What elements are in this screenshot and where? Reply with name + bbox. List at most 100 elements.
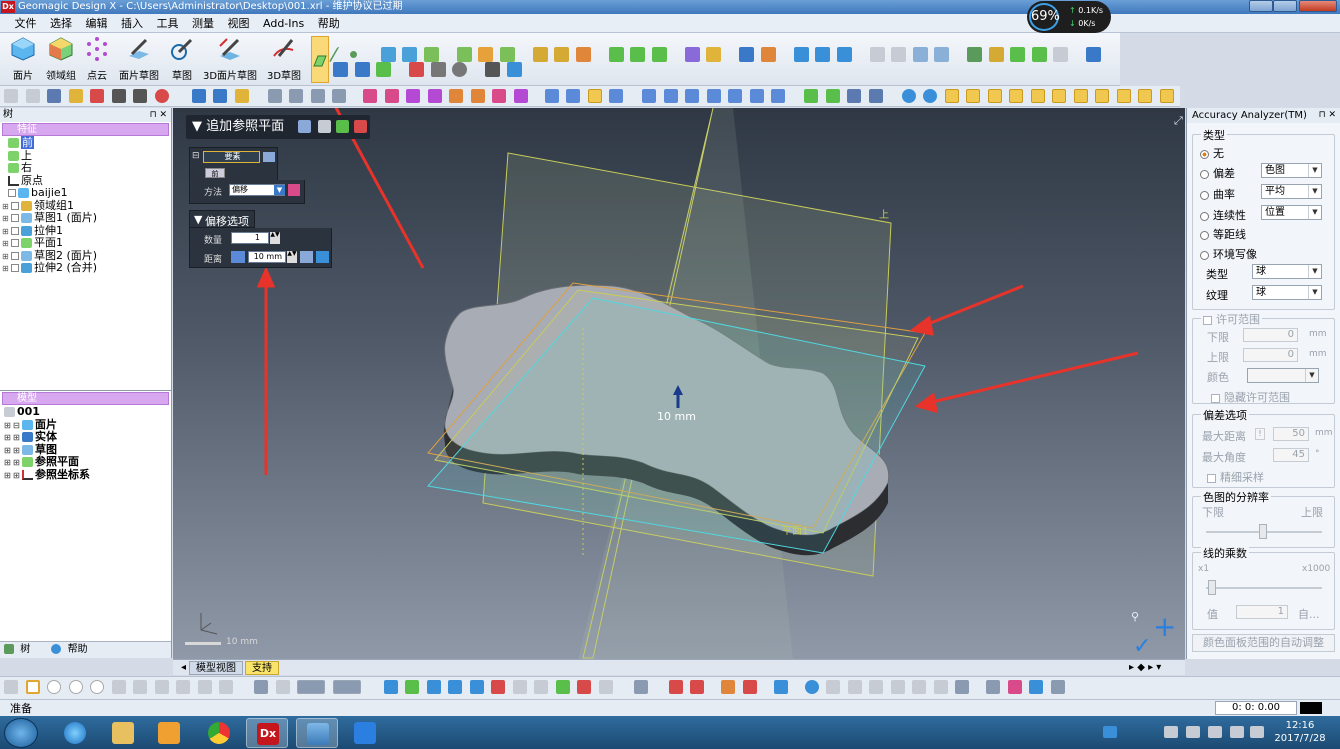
panel-pin-close-icon[interactable]: ⊓ ✕ [150,108,167,122]
fillet-icon[interactable] [608,47,624,62]
filter-8-icon[interactable] [1095,89,1109,103]
grid-icon[interactable] [430,62,446,77]
untrim-icon[interactable] [1053,47,1068,62]
lower-field[interactable]: 0 [1243,328,1298,342]
model-item-sketch[interactable]: ⊞ ⊞ 草图 [4,443,171,457]
boolean-icon[interactable] [684,47,700,62]
revolve-icon[interactable] [402,47,417,62]
chevron-down-icon[interactable]: ▼ [274,185,285,195]
point-cloud-button[interactable]: 点云 [83,36,111,82]
tray-keyboard-icon[interactable] [1164,726,1178,738]
filter-2-icon[interactable] [966,89,980,103]
color-picker[interactable]: ▼ [1247,368,1319,383]
select-all-icon[interactable] [234,89,249,103]
offset-options-header[interactable]: ▼ 偏移选项 [189,210,255,228]
tray-network-icon[interactable] [1230,726,1244,738]
count-stepper[interactable]: ▲▼ [270,232,280,244]
menu-insert[interactable]: 插入 [116,14,148,33]
element-selector[interactable]: 要素 [203,151,260,163]
expand-view-icon[interactable]: ⤢ [1174,114,1183,127]
save-icon[interactable] [47,89,61,103]
checkmark-confirm-icon[interactable]: ✓ [1133,634,1151,659]
model-item-solid[interactable]: ⊞ ⊞ 实体 [4,430,171,444]
invert-select-icon[interactable] [197,680,212,694]
lock-icon[interactable] [955,680,969,694]
extrude-icon[interactable] [380,47,396,62]
link-icon[interactable] [890,680,905,694]
sketch-filter-icon[interactable] [534,680,548,694]
color-filter-2-icon[interactable] [690,680,704,694]
visibility-checkbox[interactable] [11,214,19,222]
section-view-icon[interactable] [642,89,656,103]
redo-icon[interactable] [133,89,147,103]
texture-combo[interactable]: 球 ▼ [1252,285,1322,300]
tab-model-view[interactable]: 模型视图 [189,661,243,675]
add-face-icon[interactable] [376,62,391,77]
display-filter-2-icon[interactable] [742,680,757,694]
paint-select-icon[interactable] [133,680,147,694]
taskbar-wps[interactable] [344,718,386,748]
measure-distance-icon[interactable] [300,251,313,263]
mesh-sketch-button[interactable]: 面片草图 [118,36,160,82]
select-box-icon[interactable] [739,47,754,62]
camera-icon[interactable] [825,89,840,103]
filter-dropdown-2[interactable] [332,680,361,694]
view-right-icon[interactable] [470,89,485,103]
draft-icon[interactable] [409,62,424,77]
brush-select-icon[interactable] [111,680,126,694]
region-filter-icon[interactable] [405,680,419,694]
display-icon[interactable] [506,62,522,77]
radio-env-mapping[interactable]: 环境写像 [1200,246,1257,262]
render-shade-icon[interactable] [566,89,580,103]
tree-item-front[interactable]: 前 [8,136,171,150]
axis-icon[interactable] [328,47,344,62]
paste-icon[interactable] [869,680,883,694]
fine-sampling-checkbox[interactable]: 精细采样 [1207,469,1264,485]
element-list-icon[interactable]: 前 [205,168,225,178]
tab-support[interactable]: 支持 [245,661,279,675]
menu-help[interactable]: 帮助 [313,14,345,33]
filter-dropdown-1[interactable] [297,680,325,694]
color-filter-icon[interactable] [668,680,683,694]
body-filter-icon[interactable] [512,680,527,694]
filter-5-icon[interactable] [1030,89,1045,103]
sketch-button[interactable]: 草图 [168,36,196,82]
pattern-icon[interactable] [934,47,949,62]
more-button[interactable]: 自... [1298,606,1320,622]
upper-field[interactable]: 0 [1243,348,1298,362]
tree-item-extrude2[interactable]: ⊞ 拉伸2 (合并) [2,261,171,275]
replace-face-icon[interactable] [354,62,370,77]
model-item-ref-coord[interactable]: ⊞ ⊞ 参照坐标系 [4,468,171,482]
solid-extrude-icon[interactable] [532,47,548,62]
visibility-checkbox[interactable] [11,226,19,235]
filter-11-icon[interactable] [1159,89,1174,103]
menu-view[interactable]: 视图 [223,14,255,33]
vertex-filter-icon[interactable] [598,680,613,694]
section-y-icon[interactable] [685,89,699,103]
model-section-header[interactable]: 模型 [2,392,169,405]
clip-icon[interactable] [728,89,742,103]
import-icon[interactable] [68,89,83,103]
view-normal-icon[interactable] [513,89,528,103]
filter-4-icon[interactable] [1009,89,1023,103]
deviation-combo[interactable]: 色图 ▼ [1261,163,1322,178]
info-icon[interactable]: ! [1255,428,1265,440]
render-shade-edge-icon[interactable] [587,89,602,103]
zoom-selected-icon[interactable] [332,89,346,103]
world-icon[interactable] [804,680,819,694]
taskbar-design-x[interactable]: Dx [246,718,288,748]
point-filter-icon[interactable] [426,680,441,694]
panel-pin-close-icon[interactable]: ⊓ ✕ [1319,108,1336,123]
point-icon[interactable] [345,47,361,62]
display-filter-icon[interactable] [721,680,735,694]
radio-none[interactable]: 无 [1200,145,1224,161]
count-field[interactable]: 1 [231,232,269,244]
transform-icon[interactable] [760,47,776,62]
cut-icon[interactable] [478,47,493,62]
curve-filter-icon[interactable] [448,680,462,694]
visibility-checkbox[interactable] [11,239,19,247]
filter-9-icon[interactable] [1116,89,1131,103]
tree-item-baijie1[interactable]: baijie1 [8,186,171,200]
tray-monitor-icon[interactable] [1208,726,1222,738]
copy-body-icon[interactable] [869,47,885,62]
